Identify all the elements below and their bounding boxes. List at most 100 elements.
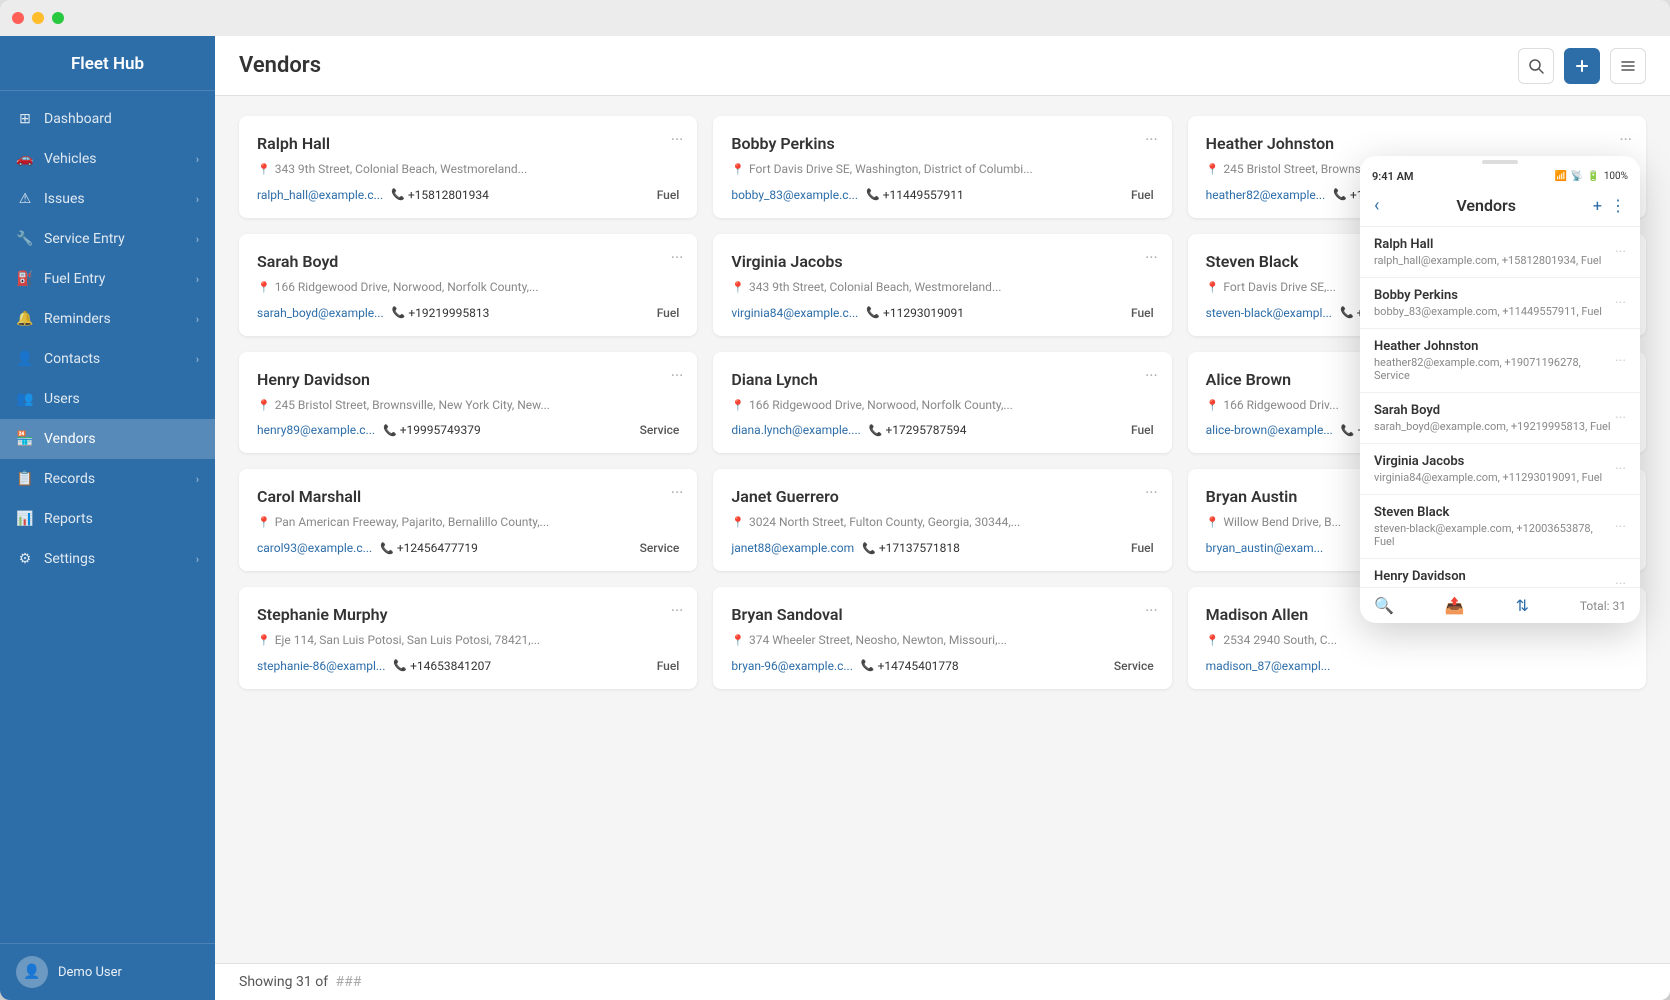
sidebar-item-issues[interactable]: ⚠ Issues › (0, 179, 215, 219)
mobile-list-item[interactable]: Henry Davidson henry89@example.com, +199… (1360, 559, 1640, 587)
mobile-list-item[interactable]: Steven Black steven-black@example.com, +… (1360, 495, 1640, 559)
menu-button[interactable] (1610, 48, 1646, 84)
vendor-card[interactable]: ··· Sarah Boyd 📍 166 Ridgewood Drive, No… (239, 234, 697, 336)
phone-icon: 📞 (866, 188, 880, 201)
vendor-card[interactable]: ··· Bobby Perkins 📍 Fort Davis Drive SE,… (713, 116, 1171, 218)
sidebar-item-records[interactable]: 📋 Records › (0, 459, 215, 499)
records-icon: 📋 (16, 470, 34, 488)
card-menu-button[interactable]: ··· (1145, 601, 1158, 620)
maximize-button[interactable] (52, 12, 64, 24)
vendor-address: 📍 2534 2940 South, C... (1206, 632, 1628, 649)
mobile-list-item[interactable]: Sarah Boyd sarah_boyd@example.com, +1921… (1360, 393, 1640, 444)
card-menu-button[interactable]: ··· (1619, 130, 1632, 149)
search-button[interactable] (1518, 48, 1554, 84)
location-icon: 📍 (731, 398, 745, 413)
vendor-email[interactable]: sarah_boyd@example... (257, 306, 384, 320)
vendor-address: 📍 245 Bristol Street, Brownsville, New Y… (257, 397, 679, 414)
vendor-name: Stephanie Murphy (257, 605, 679, 624)
location-icon: 📍 (731, 280, 745, 295)
vendor-email[interactable]: diana.lynch@example.... (731, 423, 860, 437)
mobile-sort-icon[interactable]: ⇅ (1516, 596, 1529, 615)
add-vendor-button[interactable] (1564, 48, 1600, 84)
sidebar-label-reports: Reports (44, 511, 199, 527)
mobile-more-button[interactable]: ⋮ (1610, 196, 1626, 215)
mobile-item-detail: heather82@example.com, +19071196278, Ser… (1374, 356, 1615, 382)
sidebar-item-fuel-entry[interactable]: ⛽ Fuel Entry › (0, 259, 215, 299)
card-menu-button[interactable]: ··· (1145, 248, 1158, 267)
vendor-card[interactable]: ··· Henry Davidson 📍 245 Bristol Street,… (239, 352, 697, 454)
vendor-type: Fuel (1131, 541, 1154, 555)
sidebar-item-dashboard[interactable]: ⊞ Dashboard (0, 99, 215, 139)
vendor-card[interactable]: ··· Virginia Jacobs 📍 343 9th Street, Co… (713, 234, 1171, 336)
sidebar-item-reports[interactable]: 📊 Reports (0, 499, 215, 539)
vendor-email[interactable]: madison_87@exampl... (1206, 659, 1331, 673)
vendor-email[interactable]: alice-brown@example... (1206, 423, 1333, 437)
vendor-email[interactable]: henry89@example.c... (257, 423, 375, 437)
mobile-item-info: Ralph Hall ralph_hall@example.com, +1581… (1374, 237, 1615, 267)
dashboard-icon: ⊞ (16, 110, 34, 128)
vendor-address: 📍 Pan American Freeway, Pajarito, Bernal… (257, 514, 679, 531)
mobile-item-info: Bobby Perkins bobby_83@example.com, +114… (1374, 288, 1615, 318)
card-menu-button[interactable]: ··· (1145, 366, 1158, 385)
vendor-email[interactable]: ralph_hall@example.c... (257, 188, 383, 202)
mobile-list-item[interactable]: Ralph Hall ralph_hall@example.com, +1581… (1360, 227, 1640, 278)
vendor-type: Service (640, 541, 680, 555)
vendors-icon: 🏪 (16, 430, 34, 448)
vendor-email[interactable]: heather82@example... (1206, 188, 1326, 202)
sidebar-item-reminders[interactable]: 🔔 Reminders › (0, 299, 215, 339)
vendor-card[interactable]: ··· Ralph Hall 📍 343 9th Street, Colonia… (239, 116, 697, 218)
mobile-item-menu[interactable]: ··· (1615, 244, 1626, 260)
vendor-email[interactable]: steven-black@exampl... (1206, 306, 1332, 320)
sidebar-item-users[interactable]: 👥 Users (0, 379, 215, 419)
vendor-card[interactable]: ··· Bryan Sandoval 📍 374 Wheeler Street,… (713, 587, 1171, 689)
sidebar-label-settings: Settings (44, 551, 186, 567)
mobile-item-name: Virginia Jacobs (1374, 454, 1615, 469)
vendor-email[interactable]: janet88@example.com (731, 541, 854, 555)
mobile-search-icon[interactable]: 🔍 (1374, 596, 1394, 615)
mobile-item-menu[interactable]: ··· (1615, 410, 1626, 426)
sidebar-item-vendors[interactable]: 🏪 Vendors (0, 419, 215, 459)
vendor-card[interactable]: ··· Janet Guerrero 📍 3024 North Street, … (713, 469, 1171, 571)
mobile-item-menu[interactable]: ··· (1615, 519, 1626, 535)
mobile-item-info: Heather Johnston heather82@example.com, … (1374, 339, 1615, 382)
vendor-name: Henry Davidson (257, 370, 679, 389)
vendor-email[interactable]: bobby_83@example.c... (731, 188, 858, 202)
users-icon: 👥 (16, 390, 34, 408)
card-menu-button[interactable]: ··· (671, 130, 684, 149)
card-menu-button[interactable]: ··· (671, 483, 684, 502)
location-icon: 📍 (257, 162, 271, 177)
mobile-item-menu[interactable]: ··· (1615, 576, 1626, 587)
mobile-list-item[interactable]: Heather Johnston heather82@example.com, … (1360, 329, 1640, 393)
vendor-card[interactable]: ··· Stephanie Murphy 📍 Eje 114, San Luis… (239, 587, 697, 689)
vendor-email[interactable]: stephanie-86@exampl... (257, 659, 385, 673)
card-menu-button[interactable]: ··· (671, 248, 684, 267)
card-menu-button[interactable]: ··· (1145, 483, 1158, 502)
card-menu-button[interactable]: ··· (671, 366, 684, 385)
card-menu-button[interactable]: ··· (671, 601, 684, 620)
mobile-item-detail: ralph_hall@example.com, +15812801934, Fu… (1374, 254, 1615, 267)
close-button[interactable] (12, 12, 24, 24)
mobile-title: Vendors (1379, 196, 1593, 215)
mobile-item-menu[interactable]: ··· (1615, 353, 1626, 369)
vendor-email[interactable]: bryan-96@example.c... (731, 659, 853, 673)
chevron-icon: › (196, 153, 199, 166)
sidebar-item-vehicles[interactable]: 🚗 Vehicles › (0, 139, 215, 179)
mobile-list-item[interactable]: Virginia Jacobs virginia84@example.com, … (1360, 444, 1640, 495)
sidebar-item-contacts[interactable]: 👤 Contacts › (0, 339, 215, 379)
mobile-export-icon[interactable]: 📤 (1445, 596, 1465, 615)
vendor-email[interactable]: bryan_austin@exam... (1206, 541, 1324, 555)
mobile-add-button[interactable]: + (1593, 196, 1602, 215)
mobile-item-menu[interactable]: ··· (1615, 461, 1626, 477)
card-menu-button[interactable]: ··· (1145, 130, 1158, 149)
minimize-button[interactable] (32, 12, 44, 24)
sidebar-item-settings[interactable]: ⚙ Settings › (0, 539, 215, 579)
vendor-card[interactable]: ··· Diana Lynch 📍 166 Ridgewood Drive, N… (713, 352, 1171, 454)
sidebar-nav: ⊞ Dashboard 🚗 Vehicles › ⚠ Issues › 🔧 Se… (0, 91, 215, 943)
vendor-email[interactable]: carol93@example.c... (257, 541, 372, 555)
mobile-item-menu[interactable]: ··· (1615, 295, 1626, 311)
mobile-list-item[interactable]: Bobby Perkins bobby_83@example.com, +114… (1360, 278, 1640, 329)
contacts-icon: 👤 (16, 350, 34, 368)
sidebar-item-service-entry[interactable]: 🔧 Service Entry › (0, 219, 215, 259)
vendor-email[interactable]: virginia84@example.c... (731, 306, 858, 320)
vendor-card[interactable]: ··· Carol Marshall 📍 Pan American Freewa… (239, 469, 697, 571)
